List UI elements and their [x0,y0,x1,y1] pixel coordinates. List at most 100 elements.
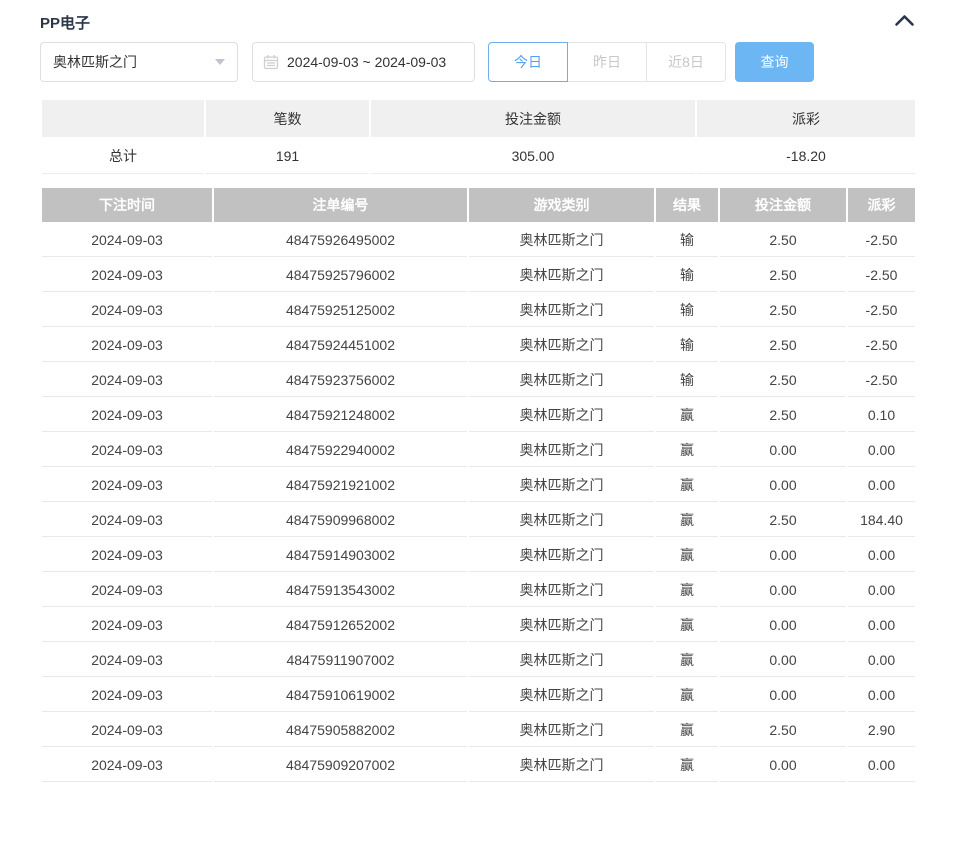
cell-bet-amount: 2.50 [720,399,846,432]
summary-total-row: 总计 191 305.00 -18.20 [42,139,915,174]
cell-game-type: 奥林匹斯之门 [469,259,654,292]
quick-range-group: 今日 昨日 近8日 [488,42,726,82]
cell-order-no: 48475926495002 [214,224,467,257]
cell-bet-time: 2024-09-03 [42,609,212,642]
cell-payout: 0.00 [848,469,915,502]
table-row: 2024-09-0348475926495002奥林匹斯之门输2.50-2.50 [42,224,915,257]
cell-result: 赢 [656,714,718,747]
cell-bet-amount: 2.50 [720,294,846,327]
summary-table: 笔数 投注金额 派彩 总计 191 305.00 -18.20 [40,98,917,176]
cell-bet-time: 2024-09-03 [42,714,212,747]
cell-bet-time: 2024-09-03 [42,539,212,572]
table-row: 2024-09-0348475910619002奥林匹斯之门赢0.000.00 [42,679,915,712]
cell-bet-time: 2024-09-03 [42,644,212,677]
summary-total-bet-amount: 305.00 [371,139,695,174]
cell-result: 赢 [656,399,718,432]
cell-payout: -2.50 [848,294,915,327]
cell-payout: 0.00 [848,539,915,572]
cell-payout: -2.50 [848,224,915,257]
cell-order-no: 48475914903002 [214,539,467,572]
cell-bet-amount: 2.50 [720,504,846,537]
summary-total-label: 总计 [42,139,204,174]
cell-bet-time: 2024-09-03 [42,399,212,432]
cell-bet-time: 2024-09-03 [42,364,212,397]
cell-order-no: 48475911907002 [214,644,467,677]
cell-bet-amount: 2.50 [720,714,846,747]
quick-range-today-button[interactable]: 今日 [488,42,568,82]
cell-payout: -2.50 [848,329,915,362]
calendar-icon [263,54,279,70]
cell-order-no: 48475921921002 [214,469,467,502]
table-row: 2024-09-0348475914903002奥林匹斯之门赢0.000.00 [42,539,915,572]
table-row: 2024-09-0348475922940002奥林匹斯之门赢0.000.00 [42,434,915,467]
cell-game-type: 奥林匹斯之门 [469,749,654,782]
cell-game-type: 奥林匹斯之门 [469,329,654,362]
summary-header-row: 笔数 投注金额 派彩 [42,100,915,137]
date-range-value: 2024-09-03 ~ 2024-09-03 [287,54,446,70]
cell-result: 赢 [656,539,718,572]
report-panel: PP电子 奥林匹斯之门 2024-09-03 ~ 20 [0,0,957,784]
table-row: 2024-09-0348475913543002奥林匹斯之门赢0.000.00 [42,574,915,607]
cell-result: 赢 [656,644,718,677]
summary-header-bet-amount: 投注金额 [371,100,695,137]
date-range-input[interactable]: 2024-09-03 ~ 2024-09-03 [252,42,475,82]
panel-header: PP电子 [40,0,917,24]
cell-order-no: 48475921248002 [214,399,467,432]
cell-payout: -2.50 [848,364,915,397]
cell-payout: 0.00 [848,609,915,642]
cell-bet-amount: 0.00 [720,434,846,467]
bet-records-table: 下注时间 注单编号 游戏类别 结果 投注金额 派彩 2024-09-034847… [40,186,917,784]
collapse-panel-button[interactable] [892,12,917,32]
table-row: 2024-09-0348475909968002奥林匹斯之门赢2.50184.4… [42,504,915,537]
cell-payout: 0.10 [848,399,915,432]
cell-payout: 0.00 [848,434,915,467]
cell-bet-amount: 0.00 [720,574,846,607]
table-row: 2024-09-0348475921248002奥林匹斯之门赢2.500.10 [42,399,915,432]
cell-game-type: 奥林匹斯之门 [469,399,654,432]
game-select-value: 奥林匹斯之门 [53,52,137,72]
cell-result: 赢 [656,679,718,712]
cell-result: 输 [656,329,718,362]
cell-bet-amount: 0.00 [720,469,846,502]
cell-bet-amount: 0.00 [720,644,846,677]
query-button[interactable]: 查询 [735,42,814,82]
cell-game-type: 奥林匹斯之门 [469,679,654,712]
cell-result: 赢 [656,609,718,642]
cell-game-type: 奥林匹斯之门 [469,609,654,642]
header-bet-amount: 投注金额 [720,188,846,222]
summary-header-blank [42,100,204,137]
cell-result: 输 [656,294,718,327]
table-row: 2024-09-0348475912652002奥林匹斯之门赢0.000.00 [42,609,915,642]
cell-game-type: 奥林匹斯之门 [469,539,654,572]
cell-bet-time: 2024-09-03 [42,574,212,607]
quick-range-last8days-button[interactable]: 近8日 [646,42,726,82]
table-row: 2024-09-0348475925796002奥林匹斯之门输2.50-2.50 [42,259,915,292]
cell-payout: 0.00 [848,749,915,782]
cell-bet-amount: 0.00 [720,609,846,642]
cell-bet-amount: 2.50 [720,224,846,257]
cell-result: 输 [656,259,718,292]
cell-game-type: 奥林匹斯之门 [469,644,654,677]
table-row: 2024-09-0348475911907002奥林匹斯之门赢0.000.00 [42,644,915,677]
cell-payout: 184.40 [848,504,915,537]
cell-payout: 0.00 [848,679,915,712]
summary-header-count: 笔数 [206,100,369,137]
summary-total-payout: -18.20 [697,139,915,174]
cell-payout: 2.90 [848,714,915,747]
cell-order-no: 48475905882002 [214,714,467,747]
cell-result: 赢 [656,749,718,782]
game-select[interactable]: 奥林匹斯之门 [40,42,238,82]
cell-result: 赢 [656,434,718,467]
cell-payout: 0.00 [848,644,915,677]
header-bet-time: 下注时间 [42,188,212,222]
cell-bet-amount: 0.00 [720,679,846,712]
header-result: 结果 [656,188,718,222]
cell-bet-amount: 0.00 [720,539,846,572]
panel-title: PP电子 [40,12,90,33]
table-row: 2024-09-0348475905882002奥林匹斯之门赢2.502.90 [42,714,915,747]
table-row: 2024-09-0348475925125002奥林匹斯之门输2.50-2.50 [42,294,915,327]
summary-header-payout: 派彩 [697,100,915,137]
cell-order-no: 48475925796002 [214,259,467,292]
quick-range-yesterday-button[interactable]: 昨日 [567,42,647,82]
cell-result: 赢 [656,504,718,537]
